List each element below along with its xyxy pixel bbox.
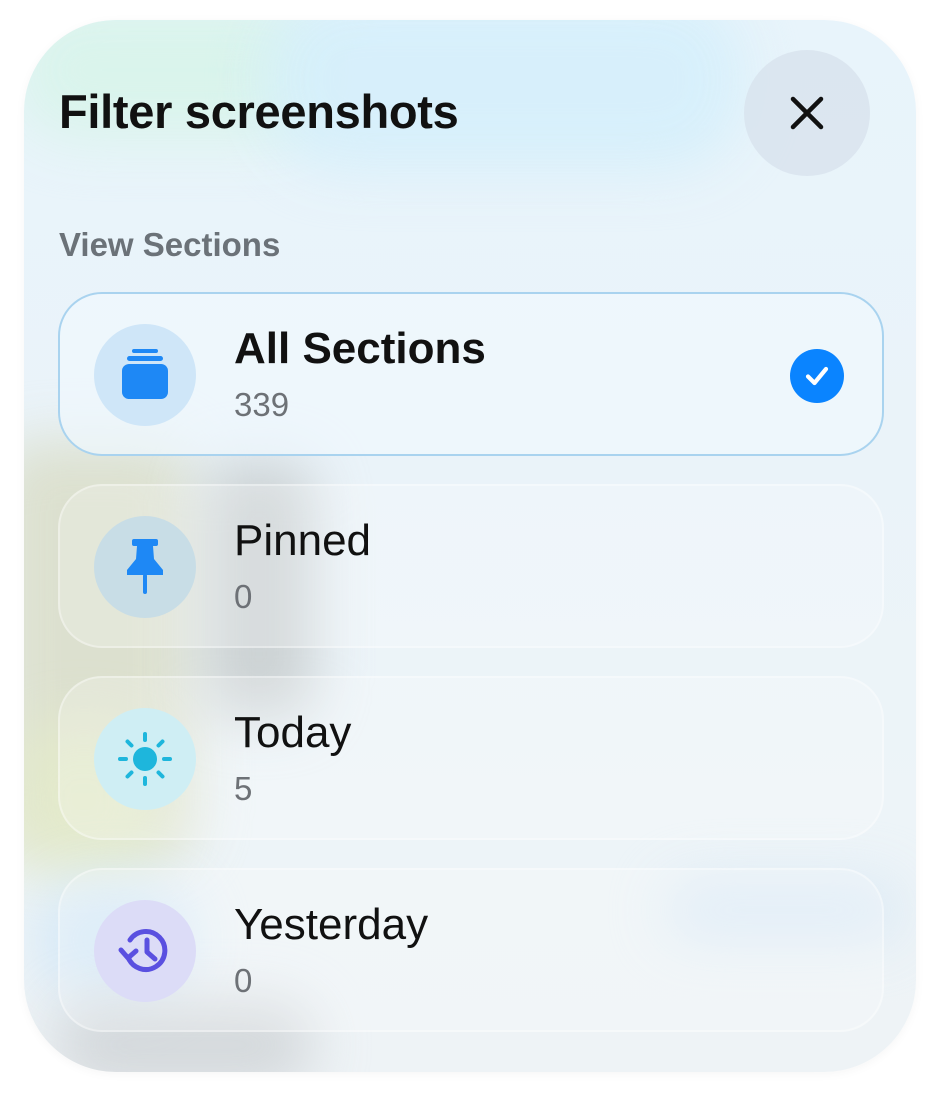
checkmark-icon [790, 349, 844, 403]
section-option-count: 0 [234, 962, 253, 999]
filter-sheet: Filter screenshots View Sections All Sec… [24, 20, 916, 1072]
section-option-label: Pinned [234, 516, 372, 565]
close-icon [790, 96, 824, 130]
section-option-label: All Sections [234, 324, 486, 373]
section-option-all[interactable]: All Sections 339 [58, 292, 884, 456]
sun-icon [94, 708, 196, 810]
section-option-label: Yesterday [234, 900, 429, 949]
section-option-count: 5 [234, 770, 253, 807]
section-option-pinned[interactable]: Pinned 0 [58, 484, 884, 648]
section-option-yesterday[interactable]: Yesterday 0 [58, 868, 884, 1032]
section-option-count: 339 [234, 386, 290, 423]
stack-icon [94, 324, 196, 426]
close-button[interactable] [744, 50, 870, 176]
section-heading: View Sections [59, 226, 281, 263]
section-option-label: Today [234, 708, 352, 757]
section-option-count: 0 [234, 578, 253, 615]
section-option-today[interactable]: Today 5 [58, 676, 884, 840]
pin-icon [94, 516, 196, 618]
history-icon [94, 900, 196, 1002]
sheet-title: Filter screenshots [59, 85, 459, 138]
